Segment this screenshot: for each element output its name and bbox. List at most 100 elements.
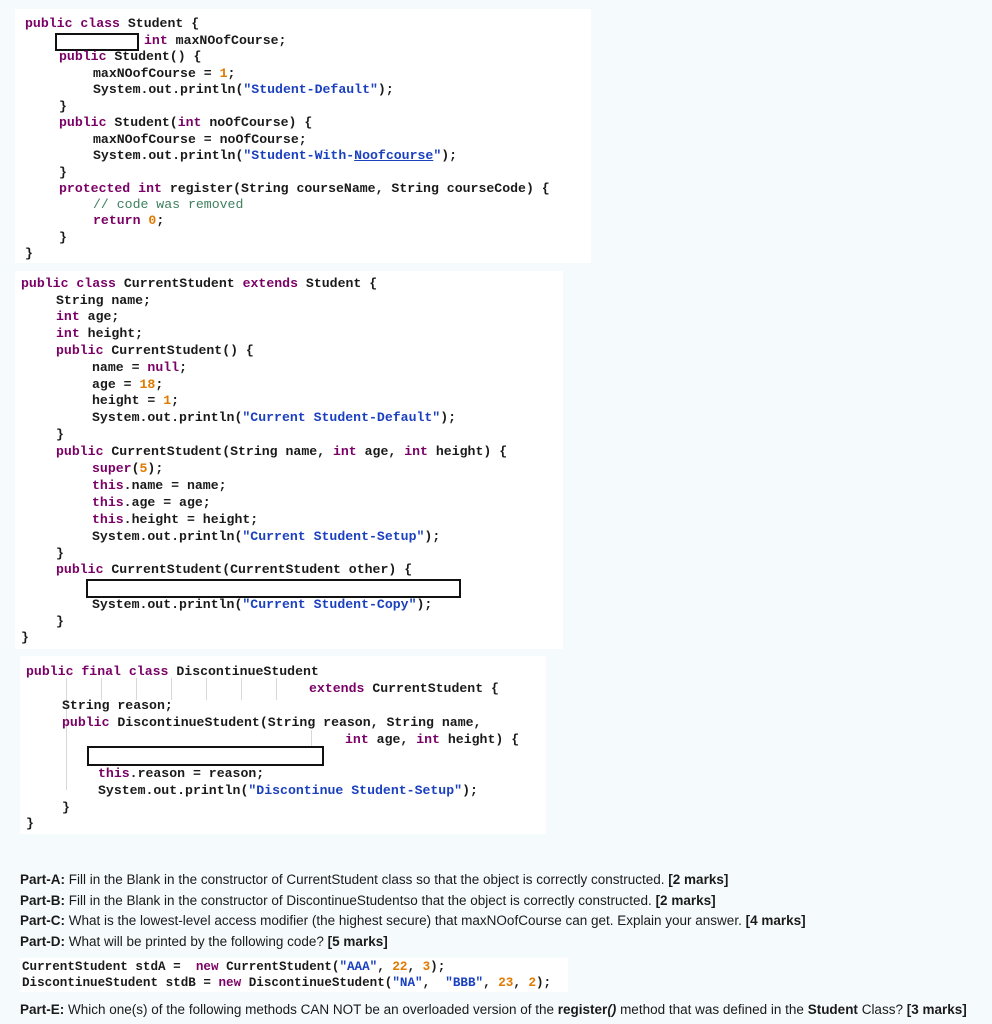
code-snippet-part-d: CurrentStudent stdA = new CurrentStudent… <box>20 958 568 992</box>
question-label: Part-D: <box>20 934 66 949</box>
code-token: protected <box>59 181 131 196</box>
code-token: System.out.println( <box>98 783 249 798</box>
code-token: height = <box>92 393 164 408</box>
code-token: } <box>56 614 64 629</box>
code-line: CurrentStudent stdA = new CurrentStudent… <box>22 959 445 975</box>
code-token: CurrentStudent { <box>364 681 499 696</box>
code-token: CurrentStudent() { <box>103 343 254 358</box>
question-marks: [3 marks] <box>906 1002 967 1017</box>
question-marks: [2 marks] <box>655 893 716 908</box>
blank-field-current-student[interactable] <box>86 579 461 598</box>
blank-field-discontinue-student[interactable] <box>87 746 324 766</box>
code-token: .name = name; <box>123 478 227 493</box>
code-token: age = <box>92 377 140 392</box>
code-token: "Current Student-Default" <box>242 410 441 425</box>
code-token: 2 <box>528 976 536 990</box>
code-token: int <box>56 326 80 341</box>
code-token: System.out.println( <box>92 597 243 612</box>
code-token: public <box>62 715 110 730</box>
code-token: .height = height; <box>123 512 259 527</box>
code-token: this <box>92 478 124 493</box>
code-line: } <box>62 800 70 816</box>
code-token: int <box>177 115 202 130</box>
code-line: age = 18; <box>92 377 163 393</box>
code-token: ); <box>536 976 552 990</box>
code-token: String reason; <box>62 698 173 713</box>
code-token: , <box>407 960 423 974</box>
code-line: public CurrentStudent() { <box>56 343 254 359</box>
code-token: this <box>92 495 124 510</box>
question-text: What is the lowest-level access modifier… <box>65 913 746 928</box>
code-line: } <box>59 165 67 181</box>
code-token: height; <box>79 326 144 341</box>
code-token: // code was removed <box>93 197 244 212</box>
code-line: this.height = height; <box>92 512 258 528</box>
code-token: public <box>59 115 107 130</box>
indent-guide <box>171 678 172 700</box>
code-token: System.out.println( <box>92 410 243 425</box>
question-marks: [5 marks] <box>327 934 388 949</box>
indent-guide <box>136 678 137 700</box>
code-line: name = null; <box>92 360 187 376</box>
code-token: height) { <box>439 732 520 747</box>
code-token: int <box>144 33 168 48</box>
question-text: Which one(s) of the following methods CA… <box>64 1002 558 1017</box>
code-token: ); <box>462 783 478 798</box>
question-label: Part-B: <box>20 893 66 908</box>
question-part-d: Part-D: What will be printed by the foll… <box>20 934 388 949</box>
code-token: } <box>25 246 33 261</box>
code-panel-discontinue-student: public final class DiscontinueStudent ex… <box>20 656 546 834</box>
code-token: ); <box>147 461 164 476</box>
code-token: } <box>62 800 70 815</box>
code-token: , <box>483 976 499 990</box>
code-token: int <box>404 444 428 459</box>
code-line: System.out.println("Current Student-Setu… <box>92 529 440 545</box>
code-line: } <box>56 614 64 630</box>
code-token: ; <box>156 213 165 228</box>
question-text: Fill in the Blank in the constructor of … <box>65 872 669 887</box>
code-line: extends CurrentStudent { <box>309 681 499 697</box>
code-token: return <box>93 213 141 228</box>
code-line: } <box>56 427 64 443</box>
code-line: int age; <box>56 309 119 325</box>
code-token: DiscontinueStudent <box>168 664 319 679</box>
code-token: this <box>92 512 124 527</box>
code-line: this.name = name; <box>92 478 227 494</box>
code-token: } <box>59 165 67 180</box>
code-panel-student: public class Student { int maxNOofCourse… <box>15 9 591 263</box>
code-token: } <box>56 546 64 561</box>
code-line: // code was removed <box>93 197 243 213</box>
indent-guide <box>276 678 277 700</box>
code-token: "Current Student-Copy" <box>242 597 417 612</box>
code-token: public class <box>25 16 120 31</box>
code-line: String reason; <box>62 698 173 714</box>
question-marks: [2 marks] <box>668 872 729 887</box>
code-token: "Discontinue Student-Setup" <box>248 783 463 798</box>
code-token: public <box>56 444 104 459</box>
code-token: } <box>59 99 67 114</box>
code-token: public <box>59 49 107 64</box>
code-token: 1 <box>163 393 172 408</box>
code-token: "BBB" <box>445 976 484 990</box>
code-token: "NA" <box>392 976 423 990</box>
code-token: } <box>56 427 64 442</box>
code-line: System.out.println("Student-With-Noofcou… <box>93 148 457 164</box>
code-token: new <box>218 976 242 990</box>
code-line: public class CurrentStudent extends Stud… <box>21 276 377 292</box>
code-line: } <box>21 630 29 646</box>
code-token: ; <box>179 360 187 375</box>
code-token: .reason = reason; <box>129 766 265 781</box>
question-label: Part-C: <box>20 913 66 928</box>
code-token: ); <box>377 82 394 97</box>
question-text: Class? <box>857 1002 907 1017</box>
code-token: ( <box>131 461 140 476</box>
code-token: int <box>416 732 440 747</box>
code-token: maxNOofCourse = noOfCourse; <box>93 132 307 147</box>
code-line: } <box>25 246 33 262</box>
code-token: 23 <box>498 976 514 990</box>
code-token: DiscontinueStudent(String reason, String… <box>109 715 482 730</box>
code-token: super <box>92 461 132 476</box>
question-text: What will be printed by the following co… <box>65 934 328 949</box>
code-line: public class Student { <box>25 16 199 32</box>
code-token: CurrentStudent(String name, <box>103 444 333 459</box>
